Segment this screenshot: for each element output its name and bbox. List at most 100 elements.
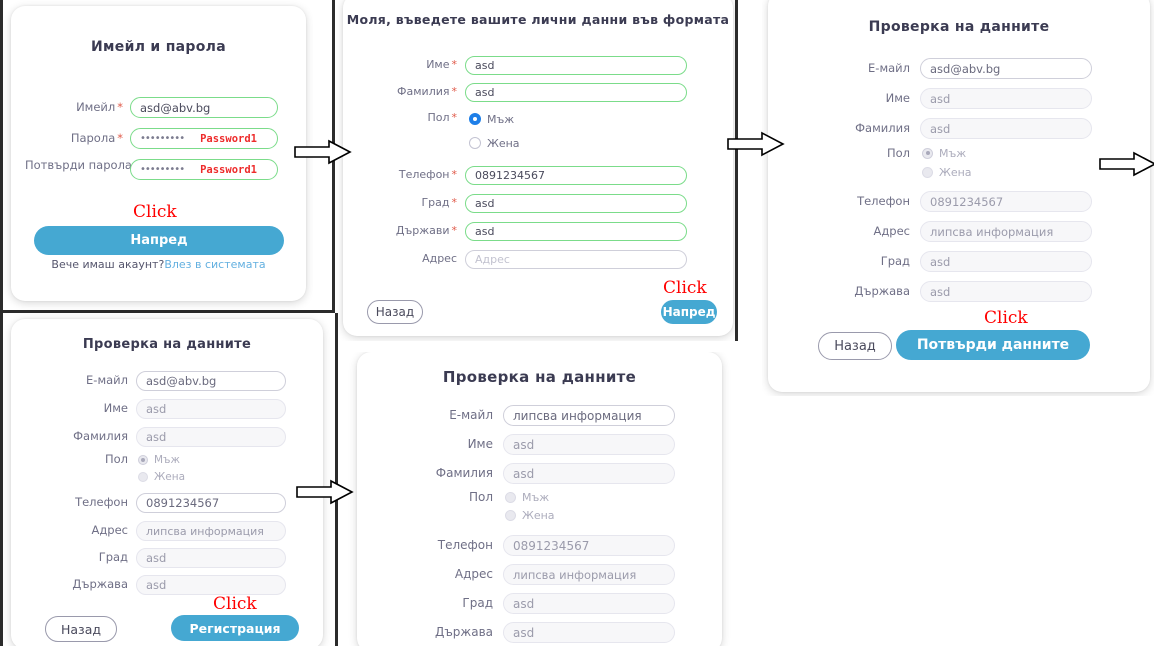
login-link[interactable]: Влез в системата	[164, 258, 265, 271]
screenshot-step5: Проверка на данните Е-майл липсва информ…	[345, 352, 732, 646]
next-button[interactable]: Напред	[661, 300, 717, 324]
card-step2: Моля, въведете вашите лични данни във фо…	[343, 0, 733, 336]
phone-value: 0891234567	[503, 535, 675, 556]
next-button[interactable]: Напред	[34, 226, 284, 255]
first-name-field[interactable]: asd	[465, 56, 687, 75]
screenshot-step1: Имейл и парола Имейл * asd@abv.bg Парола *…	[0, 0, 313, 310]
page-title: Моля, въведете вашите лични данни във фо…	[346, 12, 730, 27]
label-confirm-password: Потвърди парола*	[25, 158, 140, 172]
field-row-address: Адрес Адрес	[375, 250, 687, 269]
radio-female-label: Жена	[939, 165, 972, 179]
page-title: Проверка на данните	[82, 337, 252, 352]
radio-option-male[interactable]: Мъж	[469, 111, 520, 127]
address-field[interactable]: Адрес	[465, 250, 687, 269]
review-row-last-name: Фамилия asd	[798, 118, 1092, 139]
screenshot-step3: Проверка на данните Е-майл asd@abv.bg Им…	[762, 0, 1154, 396]
required-mark: *	[451, 224, 458, 238]
back-button[interactable]: Назад	[45, 616, 117, 642]
label-email: Е-майл	[868, 60, 910, 75]
label-country: Държава	[72, 577, 128, 592]
review-row-address: Адрес липсва информация	[798, 221, 1092, 242]
field-row-phone: Телефон * 0891234567	[375, 166, 687, 185]
label-country: Държави *	[395, 224, 458, 238]
radio-option-female: Жена	[138, 470, 185, 483]
confirm-data-button[interactable]: Потвърди данните	[896, 330, 1090, 360]
card-step4: Проверка на данните Е-майл asd@abv.bg Им…	[11, 319, 323, 646]
address-value: липсва информация	[136, 521, 286, 541]
email-value: asd@abv.bg	[920, 58, 1092, 79]
back-button[interactable]: Назад	[818, 332, 892, 360]
password-annotation: Password1	[200, 132, 257, 145]
radio-option-male: Мъж	[505, 490, 555, 504]
review-row-phone: Телефон 0891234567	[798, 191, 1092, 212]
field-row-email: Имейл * asd@abv.bg	[25, 97, 278, 118]
email-field[interactable]: asd@abv.bg	[130, 97, 278, 118]
password-field[interactable]: ••••••••• Password1	[130, 128, 278, 149]
label-country: Държава	[434, 624, 493, 639]
required-mark: *	[117, 130, 123, 145]
radio-female-icon[interactable]	[469, 137, 481, 149]
label-email: Имейл *	[76, 99, 123, 114]
radio-option-female: Жена	[922, 165, 972, 179]
card-step1: Имейл и парола Имейл * asd@abv.bg Парола *…	[11, 6, 306, 301]
login-prompt: Вече имаш акаунт?Влез в системата	[11, 258, 306, 271]
radio-male-label: Мъж	[487, 112, 515, 126]
flow-arrow-2-to-3	[727, 131, 785, 157]
review-row-gender: Пол Мъж Жена	[33, 453, 185, 483]
label-city: Град	[462, 595, 493, 610]
city-value: asd	[503, 593, 675, 614]
password-mask: •••••••••	[140, 133, 185, 144]
city-field[interactable]: asd	[465, 194, 687, 213]
review-row-last-name: Фамилия asd	[33, 427, 286, 447]
required-mark: *	[451, 168, 458, 182]
radio-male-icon	[922, 147, 933, 159]
country-value: asd	[503, 622, 675, 643]
phone-value: 0891234567	[920, 191, 1092, 212]
radio-female-label: Жена	[154, 470, 186, 483]
field-row-country: Държави * asd	[375, 222, 687, 241]
back-button[interactable]: Назад	[367, 300, 423, 324]
radio-male-label: Мъж	[522, 490, 550, 504]
field-row-last-name: Фамилия * asd	[375, 83, 687, 102]
city-value: asd	[920, 251, 1092, 272]
last-name-field[interactable]: asd	[465, 83, 687, 102]
last-name-value: asd	[920, 118, 1092, 139]
review-row-city: Град asd	[33, 548, 286, 568]
address-value: липсва информация	[503, 564, 675, 585]
phone-value: 0891234567	[136, 493, 286, 513]
review-row-country: Държава asd	[33, 575, 286, 595]
label-last-name: Фамилия *	[397, 85, 458, 99]
required-mark: *	[451, 85, 458, 99]
label-first-name: Име *	[426, 58, 457, 72]
flow-arrow-1-to-2	[294, 139, 352, 165]
screenshot-step2: Моля, въведете вашите лични данни във фо…	[332, 0, 738, 341]
last-name-value: asd	[136, 427, 286, 447]
radio-male-label: Мъж	[939, 146, 967, 160]
label-phone: Телефон	[437, 537, 493, 552]
required-mark: *	[451, 196, 458, 210]
city-value: asd	[136, 548, 286, 568]
radio-male-icon	[138, 454, 148, 465]
register-button[interactable]: Регистрация	[171, 615, 299, 641]
label-address: Адрес	[422, 252, 457, 266]
confirm-password-field[interactable]: ••••••••• Password1	[130, 159, 278, 180]
radio-male-icon[interactable]	[469, 113, 481, 125]
first-name-value: asd	[920, 88, 1092, 109]
label-first-name: Име	[103, 401, 128, 416]
label-last-name: Фамилия	[855, 120, 910, 135]
review-row-country: Държава asd	[798, 281, 1092, 302]
radio-female-icon	[922, 166, 933, 178]
phone-field[interactable]: 0891234567	[465, 166, 687, 185]
review-row-city: Град asd	[385, 593, 675, 614]
label-address: Адрес	[454, 566, 493, 581]
radio-option-female[interactable]: Жена	[469, 135, 520, 151]
radio-female-label: Жена	[522, 508, 555, 522]
review-row-city: Град asd	[798, 251, 1092, 272]
label-phone: Телефон	[857, 193, 910, 208]
country-field[interactable]: asd	[465, 222, 687, 241]
radio-female-label: Жена	[487, 136, 520, 150]
label-address: Адрес	[91, 523, 128, 538]
page-title: Проверка на данните	[868, 19, 1050, 35]
label-city: Град	[98, 550, 128, 565]
page-title: Проверка на данните	[442, 368, 637, 386]
